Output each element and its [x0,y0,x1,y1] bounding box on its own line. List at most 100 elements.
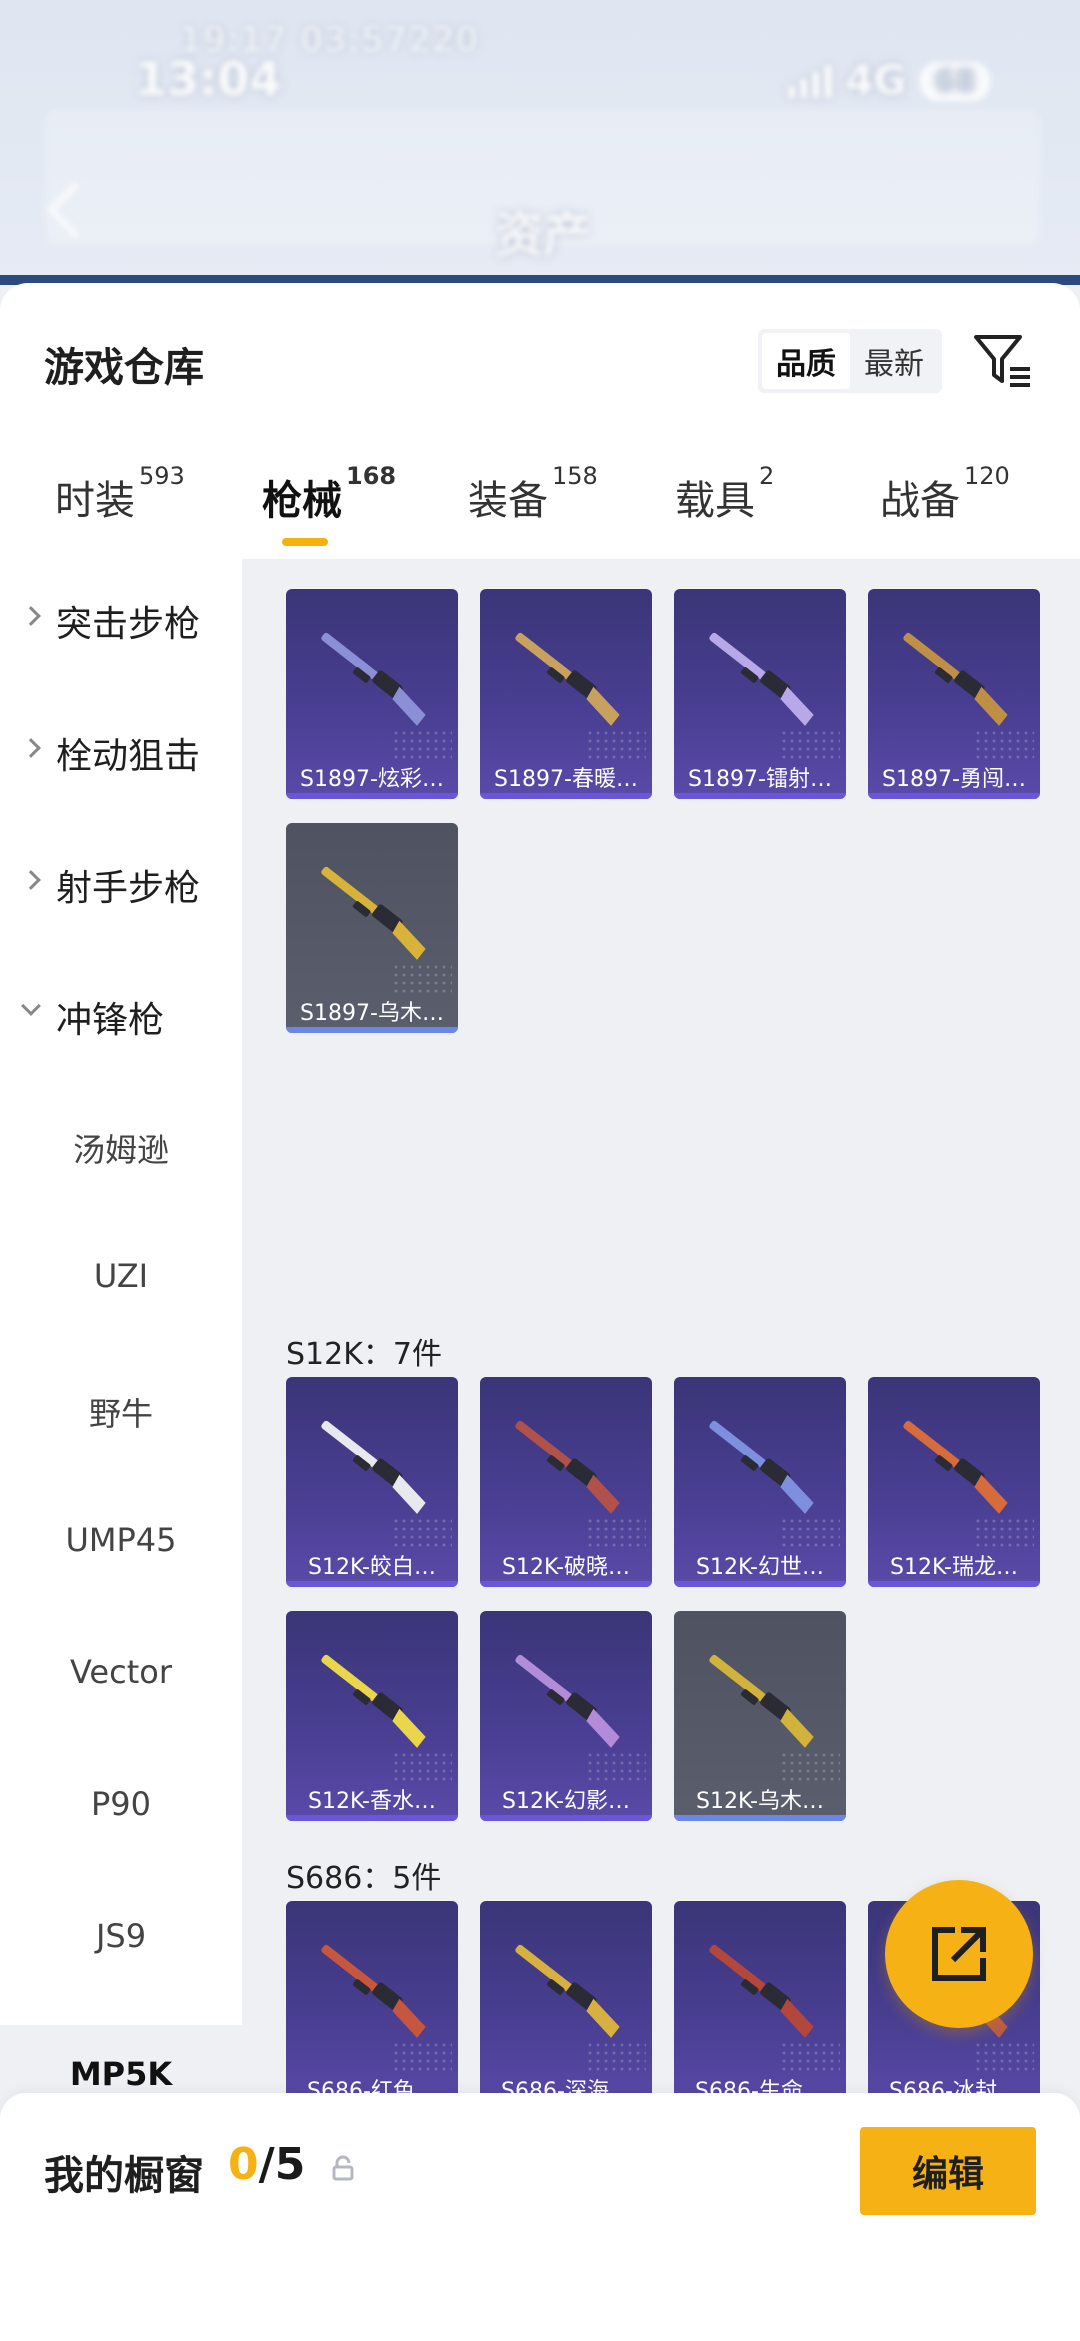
item-tile[interactable]: S12K-破晓… [480,1377,652,1587]
tab-fashion-count: 593 [139,462,185,490]
item-tile[interactable]: S12K-皎白… [286,1377,458,1587]
rarity-bar [674,793,846,799]
rarity-bar [674,1815,846,1821]
nav-title: 资产 [495,207,592,263]
status-indicators: 4G 68 [787,58,990,104]
tab-fashion[interactable]: 时装593 [55,462,185,526]
sidebar-sub-thompson[interactable]: 汤姆逊 [0,1125,242,1171]
item-tile[interactable]: S12K-幻世… [674,1377,846,1587]
item-tile[interactable]: S1897-春暖… [480,589,652,799]
item-name: S12K-香水… [307,1789,436,1814]
weapon-category-sidebar: 突击步枪 栓动狙击 射手步枪 冲锋枪 汤姆逊 UZI 野牛 UMP45 Vect… [0,559,242,1955]
weapon-icon [515,1944,620,2038]
filter-icon[interactable] [972,331,1034,391]
weapon-icon [709,1420,814,1514]
item-tile[interactable]: S1897-炫彩… [286,589,458,799]
weapon-icon [321,1420,426,1514]
item-name: S12K-幻影… [501,1789,630,1814]
item-name: S12K-皎白… [307,1555,436,1580]
weapon-icon [709,632,814,726]
weapon-icon [903,1420,1008,1514]
item-tile[interactable]: S12K-香水… [286,1611,458,1821]
item-tile[interactable]: S1897-镭射… [674,589,846,799]
item-tile[interactable]: S12K-幻影… [480,1611,652,1821]
weapon-icon [321,866,426,960]
item-tile[interactable]: S12K-瑞龙… [868,1377,1040,1587]
share-fab-button[interactable] [885,1880,1033,2028]
sidebar-item-label: 冲锋枪 [56,1000,165,1041]
item-name: S12K-幻世… [695,1555,824,1580]
item-tile[interactable]: S686-深海… [480,1901,652,2111]
item-tile[interactable]: S686-红色… [286,1901,458,2111]
edit-button[interactable]: 编辑 [860,2127,1036,2215]
share-icon [932,1927,986,1981]
item-name: S12K-乌木… [695,1789,824,1814]
weapon-icon [709,1944,814,2038]
weapon-icon [515,1654,620,1748]
weapon-icon [515,632,620,726]
active-tab-indicator [282,538,328,546]
item-tile[interactable]: S686-生命… [674,1901,846,2111]
sidebar-item-label: 栓动狙击 [56,736,201,777]
sidebar-item-label: 突击步枪 [56,604,201,645]
weapon-icon [321,1654,426,1748]
sidebar-sub-bizon[interactable]: 野牛 [0,1389,242,1435]
rarity-bar [480,793,652,799]
tab-vehicles[interactable]: 载具2 [675,462,774,526]
sidebar-sub-ump45[interactable]: UMP45 [0,1521,242,1559]
rarity-bar [286,1581,458,1587]
showcase-count: 0/5 [228,2139,305,2190]
rarity-bar [286,793,458,799]
page-title: 游戏仓库 [44,345,204,391]
chevron-right-icon [21,738,41,758]
weapon-icon [321,1944,426,2038]
rarity-bar [286,1815,458,1821]
tab-supplies-label: 战备 [880,478,960,524]
sidebar-sub-uzi[interactable]: UZI [0,1257,242,1295]
weapon-icon [321,632,426,726]
sidebar-sub-p90[interactable]: P90 [0,1785,242,1823]
tab-guns-count: 168 [346,462,397,490]
lock-icon [332,2155,354,2181]
item-name: S1897-镭射… [688,767,832,792]
sort-toggle: 品质 最新 [758,329,942,393]
item-tile[interactable]: S12K-乌木… [674,1611,846,1821]
top-header-area: 19:17 03:57220 13:04 4G 68 资产 [0,0,1080,285]
item-name: S12K-瑞龙… [889,1555,1018,1580]
sidebar-item-label: 射手步枪 [56,868,201,909]
group-header-s686: S686：5件 [286,1861,442,1896]
tab-supplies[interactable]: 战备120 [880,462,1010,526]
sidebar-sub-vector[interactable]: Vector [0,1653,242,1691]
network-type: 4G [845,58,907,104]
rarity-bar [674,1581,846,1587]
tab-guns[interactable]: 枪械168 [262,462,396,526]
showcase-count-total: /5 [258,2139,306,2190]
item-name: S1897-勇闯… [882,767,1026,792]
tab-fashion-label: 时装 [55,478,135,524]
weapon-icon [709,1654,814,1748]
item-tile[interactable]: S1897-乌木… [286,823,458,1033]
rarity-bar [286,1027,458,1033]
tab-equipment-label: 装备 [468,478,548,524]
item-name: S1897-炫彩… [300,767,444,792]
item-tile[interactable]: S1897-勇闯… [868,589,1040,799]
battery-level: 68 [920,61,990,101]
tab-equipment[interactable]: 装备158 [468,462,598,526]
sort-newest-button[interactable]: 最新 [850,333,938,389]
chevron-right-icon [21,606,41,626]
tab-guns-label: 枪械 [262,478,342,524]
rarity-bar [480,1815,652,1821]
status-time: 13:04 [135,52,282,106]
sidebar-sub-js9[interactable]: JS9 [0,1917,242,1955]
weapon-icon [903,632,1008,726]
signal-icon [787,64,832,98]
group-header-s12k: S12K：7件 [286,1337,442,1372]
chevron-right-icon [21,870,41,890]
item-name: S1897-乌木… [300,1001,444,1026]
rarity-bar [868,793,1040,799]
weapon-icon [515,1420,620,1514]
category-tabs: 时装593 枪械168 装备158 载具2 战备120 [0,462,1080,548]
sort-quality-button[interactable]: 品质 [762,333,850,389]
tab-equipment-count: 158 [552,462,598,490]
rarity-bar [480,1581,652,1587]
